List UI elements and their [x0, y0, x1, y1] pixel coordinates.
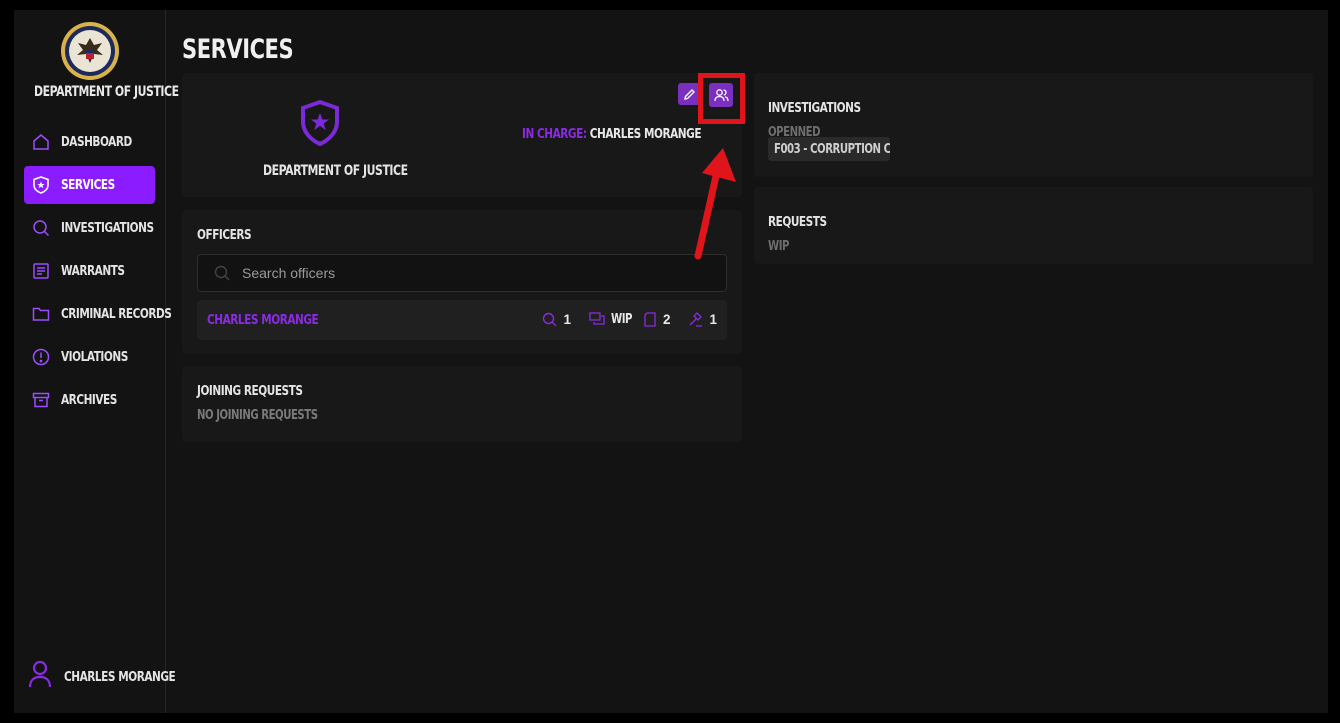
gavel-icon [690, 311, 703, 327]
sidebar-item-label: CRIMINAL RECORDS [61, 306, 172, 322]
sidebar-item-label: WARRANTS [61, 263, 125, 279]
document-list-icon [32, 262, 50, 280]
edit-service-button[interactable] [678, 83, 700, 105]
in-charge-name: CHARLES MORANGE [589, 126, 702, 142]
officer-stats: 1 WIP 2 1 [542, 311, 717, 327]
sidebar-item-services[interactable]: SERVICES [24, 166, 155, 204]
officers-card: OFFICERS CHARLES MORANGE 1 WIP 2 1 [182, 210, 742, 354]
joining-requests-title: JOINING REQUESTS [197, 383, 303, 399]
reports-count: 2 [662, 311, 671, 327]
current-user-name: CHARLES MORANGE [64, 668, 176, 685]
search-icon [214, 265, 230, 281]
investigations-card: INVESTIGATIONS OPENNED F003 - CORRUPTION… [754, 73, 1313, 177]
requests-title: REQUESTS [768, 214, 827, 230]
highlight-annotation-box [698, 73, 745, 124]
pencil-icon [683, 88, 695, 100]
investigation-chip-label: F003 - CORRUPTION CASE [774, 141, 890, 157]
search-icon [543, 312, 557, 326]
shield-star-icon [32, 176, 50, 194]
warrants-count: 1 [709, 311, 717, 327]
sidebar-item-criminal-records[interactable]: CRIMINAL RECORDS [24, 295, 172, 333]
sidebar-item-investigations[interactable]: INVESTIGATIONS [24, 209, 155, 247]
sidebar-item-label: VIOLATIONS [61, 349, 128, 365]
shield-star-icon [301, 100, 339, 146]
service-name: DEPARTMENT OF JUSTICE [263, 163, 408, 179]
investigations-count: 1 [563, 311, 571, 327]
sidebar-item-label: DASHBOARD [61, 134, 132, 150]
archive-box-icon [32, 391, 50, 409]
sidebar: DEPARTMENT OF JUSTICE DASHBOARD SERVICES… [14, 10, 179, 713]
officer-name: CHARLES MORANGE [207, 312, 319, 328]
chat-bubbles-icon [589, 312, 605, 325]
alert-circle-icon [32, 348, 50, 366]
officer-row[interactable]: CHARLES MORANGE 1 WIP 2 1 [197, 300, 727, 340]
doj-seal-logo [61, 22, 119, 80]
officers-title: OFFICERS [197, 227, 252, 243]
messages-status: WIP [610, 312, 632, 327]
search-officers-field[interactable] [197, 254, 727, 292]
sidebar-item-label: INVESTIGATIONS [61, 220, 154, 236]
search-officers-input[interactable] [242, 265, 692, 281]
sidebar-item-label: ARCHIVES [61, 392, 117, 408]
joining-requests-empty: NO JOINING REQUESTS [197, 408, 318, 423]
investigation-chip[interactable]: F003 - CORRUPTION CASE [768, 137, 890, 161]
page-title: SERVICES [182, 34, 294, 65]
search-icon [32, 219, 50, 237]
folder-icon [32, 305, 50, 323]
sidebar-nav: DASHBOARD SERVICES INVESTIGATIONS WARRAN… [24, 123, 172, 424]
service-card: DEPARTMENT OF JUSTICE IN CHARGE: CHARLES… [182, 73, 745, 197]
user-icon [28, 660, 52, 693]
document-icon [644, 311, 656, 327]
requests-status: WIP [768, 239, 789, 254]
sidebar-item-label: SERVICES [61, 177, 115, 193]
in-charge-label: IN CHARGE: [522, 126, 587, 142]
app-window: DEPARTMENT OF JUSTICE DASHBOARD SERVICES… [14, 10, 1328, 713]
investigations-title: INVESTIGATIONS [768, 100, 861, 116]
home-icon [32, 133, 50, 151]
requests-card: REQUESTS WIP [754, 187, 1313, 264]
joining-requests-card: JOINING REQUESTS NO JOINING REQUESTS [182, 366, 742, 442]
sidebar-item-violations[interactable]: VIOLATIONS [24, 338, 155, 376]
current-user[interactable]: CHARLES MORANGE [28, 660, 207, 693]
in-charge: IN CHARGE: CHARLES MORANGE [522, 126, 752, 142]
sidebar-item-dashboard[interactable]: DASHBOARD [24, 123, 155, 161]
sidebar-item-archives[interactable]: ARCHIVES [24, 381, 155, 419]
sidebar-item-warrants[interactable]: WARRANTS [24, 252, 155, 290]
